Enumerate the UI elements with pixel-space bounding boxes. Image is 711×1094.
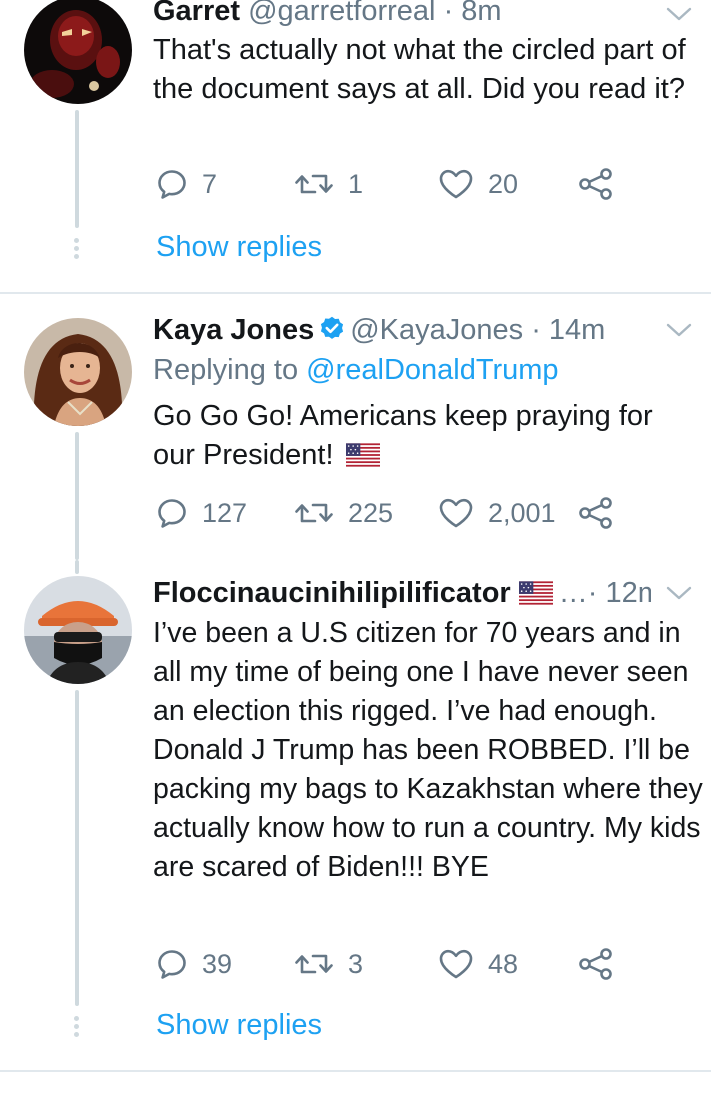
chevron-down-icon[interactable] bbox=[665, 583, 693, 603]
thread-line bbox=[75, 560, 79, 574]
divider bbox=[0, 1070, 711, 1072]
separator: · bbox=[587, 577, 606, 609]
like-count: 48 bbox=[488, 948, 519, 979]
us-flag-icon bbox=[519, 581, 553, 605]
like-button[interactable]: 48 bbox=[438, 946, 518, 982]
share-icon bbox=[578, 948, 614, 980]
like-icon bbox=[438, 948, 474, 980]
retweet-icon bbox=[294, 948, 334, 980]
retweet-button[interactable]: 3 bbox=[294, 946, 363, 982]
show-replies-link[interactable]: Show replies bbox=[156, 1009, 322, 1042]
avatar-image bbox=[24, 576, 132, 684]
tweet-floccinaucinihilipilificator[interactable]: Floccinaucinihilipilificator …· 12m I’ve … bbox=[0, 0, 711, 1070]
tweet-header: Floccinaucinihilipilificator …· 12m bbox=[153, 576, 651, 610]
action-bar: 39 3 48 bbox=[156, 946, 626, 982]
tweet-text: I’ve been a U.S citizen for 70 years and… bbox=[153, 617, 703, 883]
avatar[interactable] bbox=[24, 576, 132, 684]
reply-icon bbox=[156, 948, 188, 980]
thread-dots bbox=[74, 1016, 80, 1040]
reply-count: 39 bbox=[202, 948, 233, 979]
display-name[interactable]: Floccinaucinihilipilificator bbox=[153, 577, 511, 609]
timestamp[interactable]: 12m bbox=[605, 577, 651, 609]
thread-line bbox=[75, 690, 79, 1006]
retweet-count: 3 bbox=[348, 948, 364, 979]
reply-button[interactable]: 39 bbox=[156, 946, 232, 982]
share-button[interactable] bbox=[578, 946, 628, 982]
user-handle[interactable]: … bbox=[559, 577, 588, 609]
